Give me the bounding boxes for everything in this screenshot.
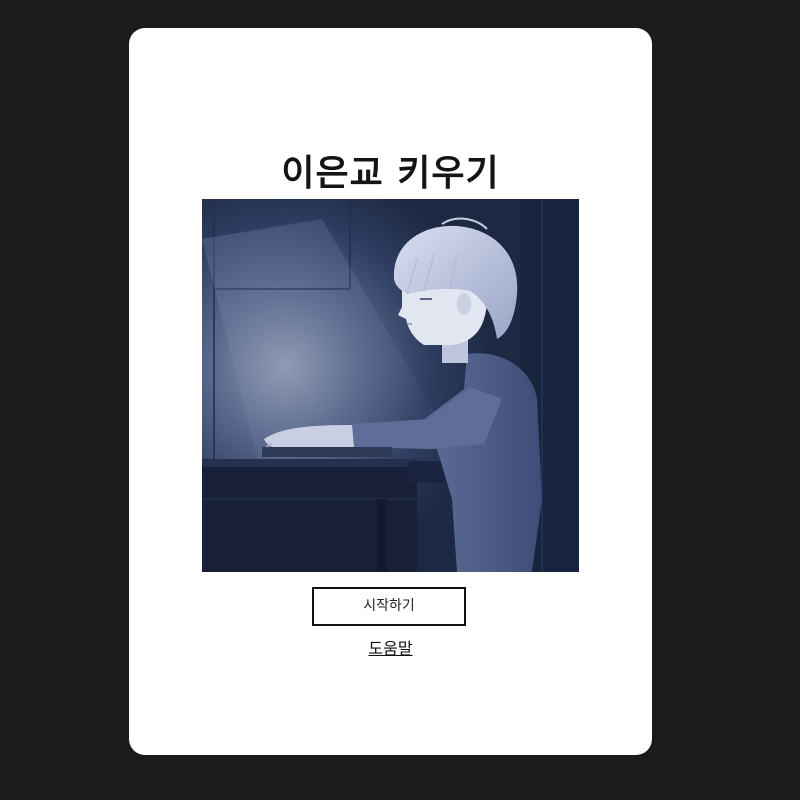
page: 이은교 키우기 시작하기 도움말	[0, 0, 800, 800]
title-card: 이은교 키우기 시작하기 도움말	[129, 28, 652, 755]
game-title: 이은교 키우기	[281, 153, 500, 194]
start-button[interactable]: 시작하기	[312, 587, 466, 626]
cover-illustration	[202, 199, 579, 572]
help-link[interactable]: 도움말	[129, 638, 652, 660]
